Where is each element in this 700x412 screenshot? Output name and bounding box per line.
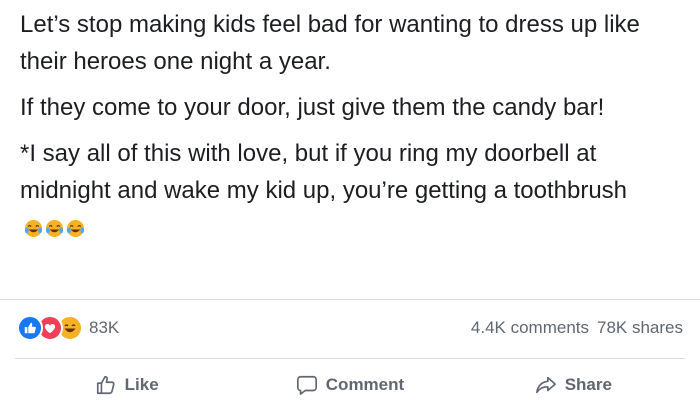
comment-icon — [296, 375, 317, 395]
like-button[interactable]: Like — [15, 362, 238, 408]
post-paragraph-3-text: *I say all of this with love, but if you… — [20, 140, 628, 204]
thumbs-up-icon — [96, 375, 115, 395]
comment-button-label: Comment — [325, 375, 405, 394]
divider — [0, 299, 700, 300]
post-paragraph-1: Let’s stop making kids feel bad for want… — [20, 11, 640, 75]
comment-button[interactable]: Comment — [238, 362, 461, 408]
share-button-label: Share — [564, 375, 612, 394]
reaction-icons — [17, 315, 83, 341]
post-paragraph-3: *I say all of this with love, but if you… — [20, 135, 685, 246]
reactions-summary[interactable]: 83K — [17, 315, 119, 341]
emoji-row — [24, 219, 85, 238]
like-button-label: Like — [124, 375, 159, 394]
action-bar: Like Comment Share — [15, 362, 685, 408]
shares-count-link[interactable]: 78K shares — [597, 318, 683, 338]
laughing-tears-icon — [66, 219, 85, 238]
facebook-post: Let’s stop making kids feel bad for want… — [0, 0, 700, 412]
post-paragraph-2: If they come to your door, just give the… — [20, 94, 605, 121]
share-button[interactable]: Share — [462, 362, 685, 408]
laughing-tears-icon — [45, 219, 64, 238]
share-arrow-icon — [535, 376, 556, 394]
reaction-count: 83K — [89, 318, 120, 337]
like-icon — [17, 315, 43, 341]
divider — [15, 358, 685, 359]
engagement-counts: 4.4K comments 78K shares — [471, 318, 683, 338]
laughing-tears-icon — [24, 219, 43, 238]
post-text: Let’s stop making kids feel bad for want… — [20, 6, 685, 255]
comments-count-link[interactable]: 4.4K comments — [471, 318, 589, 338]
stats-bar: 83K 4.4K comments 78K shares — [17, 313, 683, 343]
